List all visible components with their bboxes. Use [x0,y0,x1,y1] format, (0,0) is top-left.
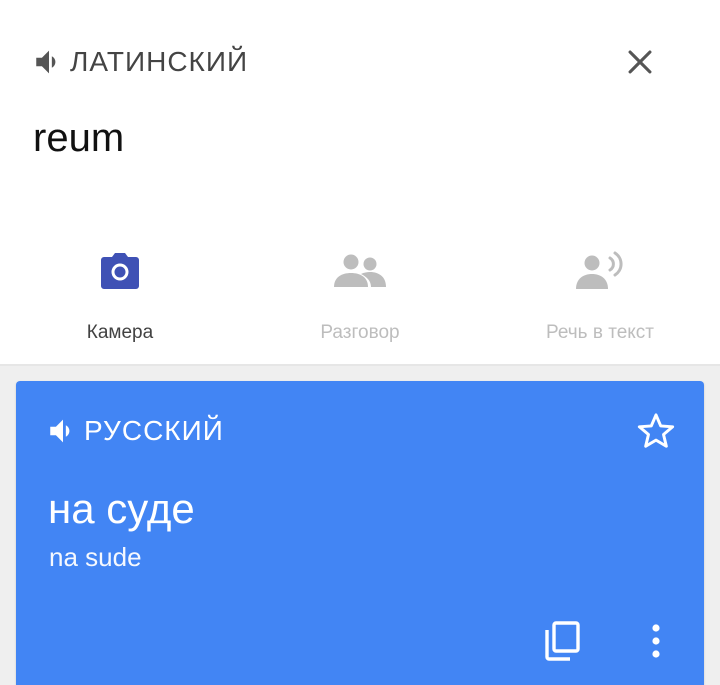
tool-conversation[interactable]: Разговор [240,236,480,356]
tool-camera[interactable]: Камера [0,236,240,356]
voice-to-text-icon [570,246,630,296]
close-icon [628,50,652,74]
source-text[interactable]: reum [33,116,124,161]
source-language-label: ЛАТИНСКИЙ [70,46,249,77]
tool-voice-to-text[interactable]: Речь в текст [480,236,720,356]
copy-icon [545,621,580,661]
speaker-icon[interactable] [46,414,80,448]
target-language-row[interactable]: РУССКИЙ [46,409,224,453]
source-panel: ЛАТИНСКИЙ reum Камера Разговор Речь в те… [0,0,720,365]
transliteration-text: na sude [49,542,142,572]
target-language-label: РУССКИЙ [84,415,224,446]
more-vert-icon [652,624,660,658]
tool-label: Речь в текст [545,322,654,343]
input-tools: Камера Разговор Речь в текст [0,236,720,356]
translation-text: на суде [48,485,195,532]
tool-label: Камера [86,322,154,343]
favorite-button[interactable] [632,407,680,455]
star-icon [637,413,675,448]
tool-label: Разговор [320,322,400,343]
camera-icon [90,246,150,296]
source-language-row[interactable]: ЛАТИНСКИЙ [32,40,248,84]
translate-app: ЛАТИНСКИЙ reum Камера Разговор Речь в те… [0,0,720,685]
more-options-button[interactable] [632,615,680,667]
speaker-icon[interactable] [32,45,66,79]
close-button[interactable] [616,38,664,86]
copy-button[interactable] [536,615,588,667]
translation-card: РУССКИЙ на суде na sude [16,381,704,685]
conversation-icon [330,246,390,296]
